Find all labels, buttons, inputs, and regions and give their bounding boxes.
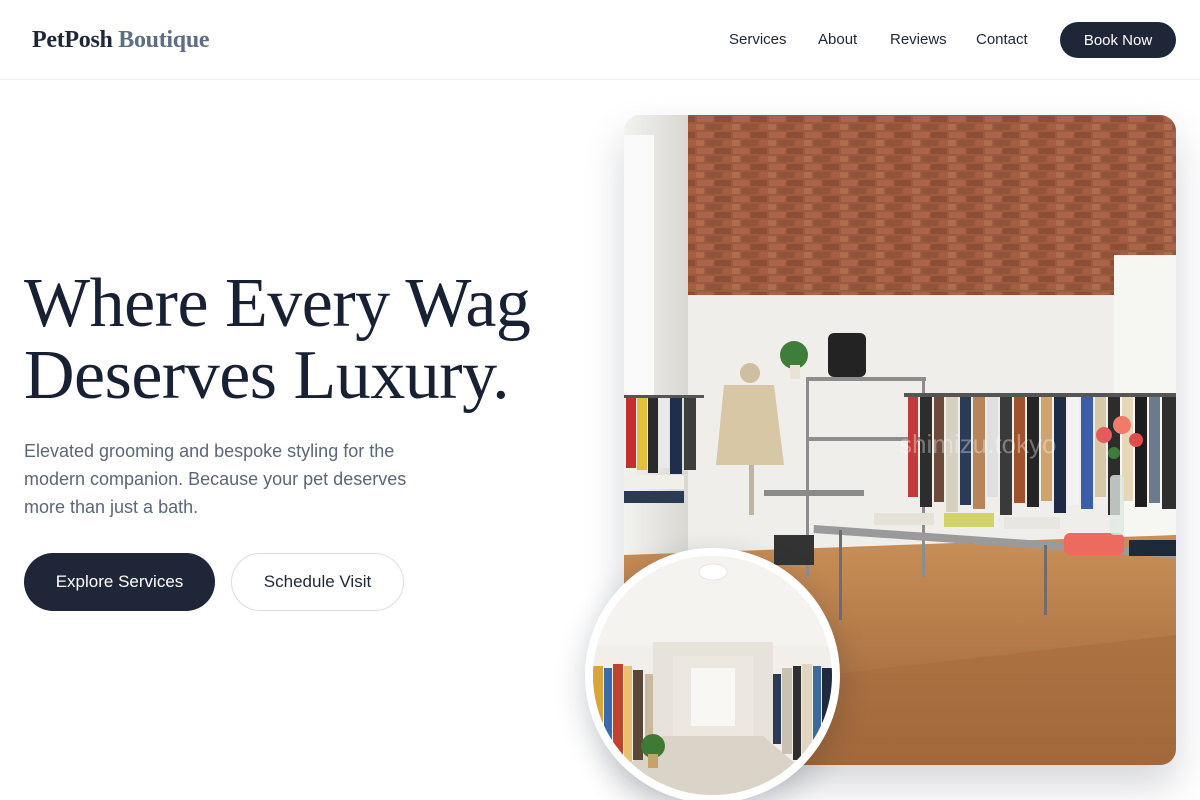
nav-link-about[interactable]: About xyxy=(818,30,857,50)
logo-sub: Boutique xyxy=(118,27,210,53)
hero-title: Where Every Wag Deserves Luxury. xyxy=(24,268,604,412)
nav-link-services[interactable]: Services xyxy=(729,30,787,50)
site-header: PetPosh Boutique Services About Reviews … xyxy=(0,0,1200,80)
logo-brand: PetPosh xyxy=(32,27,113,53)
schedule-visit-button[interactable]: Schedule Visit xyxy=(231,553,404,611)
book-now-button[interactable]: Book Now xyxy=(1060,22,1176,58)
nav-link-contact[interactable]: Contact xyxy=(976,30,1028,50)
hero-subtitle: Elevated grooming and bespoke styling fo… xyxy=(24,441,407,517)
boutique-corridor-photo xyxy=(585,548,840,800)
nav-link-reviews[interactable]: Reviews xyxy=(890,30,947,50)
watermark-text: shimizu.tokyo xyxy=(899,429,1057,459)
explore-services-button[interactable]: Explore Services xyxy=(24,553,215,611)
logo[interactable]: PetPosh Boutique xyxy=(32,25,210,55)
hero-title-line2: Deserves Luxury. xyxy=(24,337,510,414)
hero-title-line1: Where Every Wag xyxy=(24,265,531,342)
